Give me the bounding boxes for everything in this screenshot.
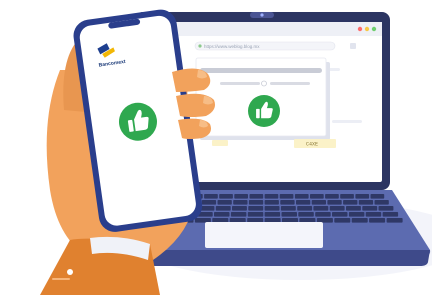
keyboard-key[interactable]	[280, 206, 296, 211]
browser-menu-icon[interactable]	[350, 43, 356, 49]
keyboard-key[interactable]	[365, 212, 382, 217]
browser-dot-yellow[interactable]	[364, 26, 370, 32]
keyboard-key[interactable]	[280, 200, 295, 205]
keyboard-key[interactable]	[215, 206, 231, 211]
keyboard-key[interactable]	[282, 218, 298, 223]
keyboard-key[interactable]	[232, 206, 247, 211]
keyboard-key[interactable]	[343, 200, 358, 205]
keyboard-key[interactable]	[219, 194, 233, 199]
keyboard-key[interactable]	[340, 194, 354, 199]
keyboard-key[interactable]	[311, 200, 326, 205]
keyboard-key[interactable]	[374, 200, 389, 205]
keyboard-key[interactable]	[386, 218, 403, 223]
sleeve-stitch	[52, 278, 70, 280]
keyboard-key[interactable]	[382, 212, 399, 217]
laptop-camera	[260, 13, 264, 17]
keyboard-key[interactable]	[329, 206, 345, 211]
keyboard-key[interactable]	[201, 200, 217, 205]
keyboard-key[interactable]	[234, 194, 248, 199]
keyboard-key[interactable]	[264, 212, 281, 217]
keyboard-key[interactable]	[348, 212, 365, 217]
keyboard-key[interactable]	[233, 200, 248, 205]
keyboard-key[interactable]	[313, 206, 329, 211]
keyboard-key[interactable]	[248, 200, 264, 205]
keyboard-key[interactable]	[325, 194, 339, 199]
keyboard-key[interactable]	[204, 194, 218, 199]
keyboard-key[interactable]	[247, 218, 264, 223]
keyboard-key[interactable]	[332, 212, 348, 217]
keyboard-key[interactable]	[194, 218, 211, 223]
keyboard-key[interactable]	[264, 218, 281, 223]
keyboard-key[interactable]	[248, 206, 264, 211]
illustration-scene: https://www.weblog.blog.mx C4XE Bancomex…	[40, 9, 432, 295]
keyboard-key[interactable]	[264, 200, 279, 205]
browser-dot-red[interactable]	[357, 26, 363, 32]
keyboard-key[interactable]	[310, 194, 324, 199]
dialog-code-text: C4XE	[306, 142, 318, 148]
keyboard-key[interactable]	[334, 218, 351, 223]
finger-ring	[178, 118, 211, 139]
keyboard-key[interactable]	[217, 200, 232, 205]
keyboard-key[interactable]	[369, 218, 386, 223]
keyboard-key[interactable]	[378, 206, 394, 211]
keyboard-key[interactable]	[297, 206, 313, 211]
verification-dialog: C4XE	[195, 57, 336, 148]
keyboard-key[interactable]	[281, 212, 298, 217]
keyboard-key[interactable]	[315, 212, 331, 217]
keyboard-key[interactable]	[264, 194, 279, 199]
keyboard-key[interactable]	[247, 212, 264, 217]
keyboard-key[interactable]	[358, 200, 374, 205]
keyboard-key[interactable]	[316, 218, 333, 223]
dialog-header-bar	[200, 68, 322, 73]
keyboard-key[interactable]	[294, 194, 309, 199]
keyboard-key[interactable]	[362, 206, 378, 211]
keyboard-key[interactable]	[327, 200, 342, 205]
keyboard-key[interactable]	[351, 218, 368, 223]
keyboard-key[interactable]	[230, 212, 247, 217]
dialog-subtitle-bar	[220, 82, 260, 85]
browser-dot-green[interactable]	[371, 26, 377, 32]
keyboard-key[interactable]	[298, 212, 314, 217]
keyboard-key[interactable]	[229, 218, 246, 223]
page-line	[212, 140, 228, 146]
dialog-subtitle-bar	[270, 82, 310, 85]
keyboard-key[interactable]	[214, 212, 230, 217]
cuff-button	[67, 269, 73, 275]
keyboard-key[interactable]	[355, 194, 370, 199]
dialog-thumbs-up-icon	[248, 95, 280, 127]
keyboard-key[interactable]	[296, 200, 311, 205]
keyboard-key[interactable]	[346, 206, 361, 211]
keyboard-key[interactable]	[249, 194, 264, 199]
keyboard-key[interactable]	[279, 194, 294, 199]
keyboard-key[interactable]	[212, 218, 229, 223]
keyboard-key[interactable]	[370, 194, 385, 199]
page-line	[332, 120, 362, 123]
keyboard-key[interactable]	[299, 218, 316, 223]
address-bar-text: https://www.weblog.blog.mx	[204, 44, 260, 49]
keyboard-key[interactable]	[264, 206, 280, 211]
address-lock-icon	[198, 44, 202, 48]
trackpad[interactable]	[205, 222, 323, 248]
browser-title-bar	[144, 22, 382, 36]
